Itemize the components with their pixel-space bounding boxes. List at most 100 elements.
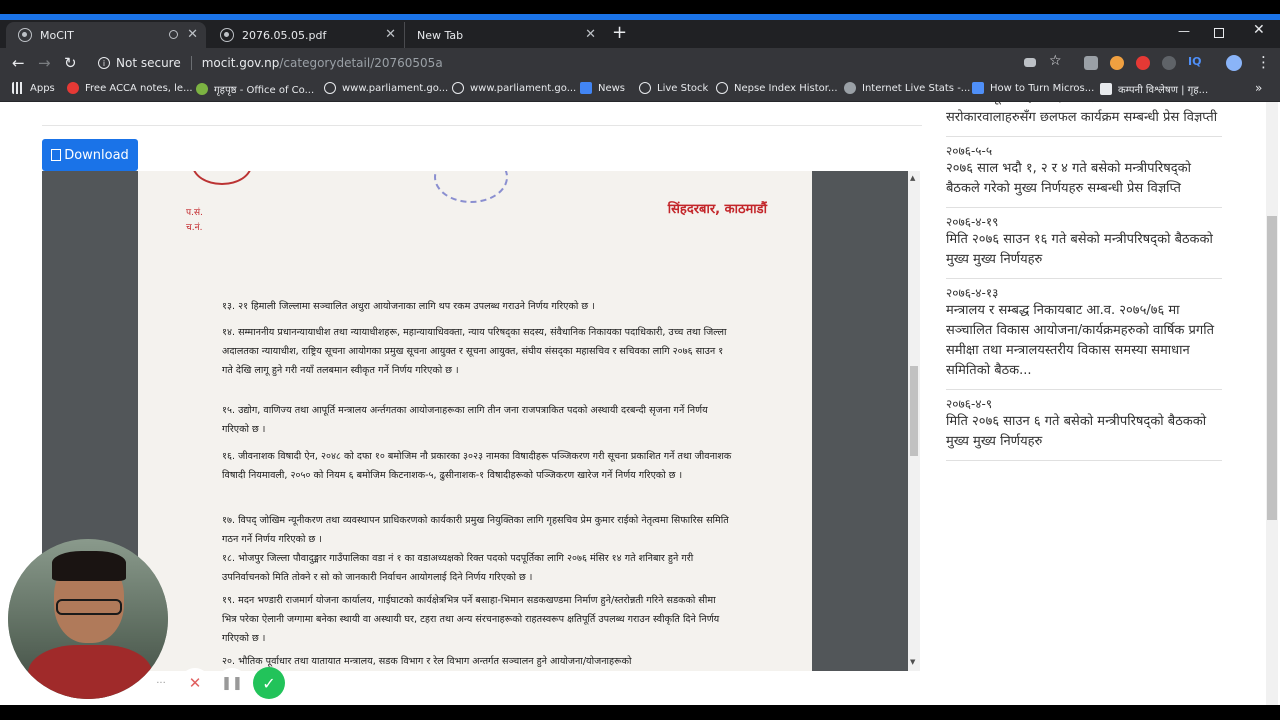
reload-icon[interactable]: ↻ (64, 54, 77, 72)
tab-label: MoCIT (40, 28, 74, 42)
recorder-finish-icon[interactable]: ✓ (253, 667, 285, 699)
news-title[interactable]: मिति २०७६ साउन ६ गते बसेको मन्त्रीपरिषद्… (946, 412, 1222, 452)
news-item[interactable]: २०७६-४-९ मिति २०७६ साउन ६ गते बसेको मन्त… (946, 390, 1222, 461)
address-bar[interactable]: i Not secure mocit.gov.np /categorydetai… (90, 51, 1100, 75)
pdf-paragraph: १८. भोजपुर जिल्ला पौवादुङ्मार गाउँपालिका… (222, 553, 694, 583)
bookmark-item[interactable]: Free ACCA notes, le... (67, 82, 193, 94)
extension-icon[interactable] (1110, 56, 1124, 70)
news-date: २०७६-४-१९ (946, 215, 999, 229)
extension-icon[interactable] (1084, 56, 1098, 70)
bookmark-label: How to Turn Micros... (990, 82, 1095, 94)
office-stamp (434, 171, 508, 203)
bookmark-label: News (598, 82, 626, 94)
bookmark-item[interactable]: गृहपृष्ठ - Office of Co... (196, 82, 314, 96)
recorder-more-icon[interactable]: ··· (152, 674, 170, 692)
bookmark-label: www.parliament.go... (470, 82, 577, 94)
pdf-ref-number: प.सं. (186, 208, 203, 218)
bookmark-label: गृहपृष्ठ - Office of Co... (214, 85, 315, 96)
scroll-up-icon[interactable]: ▲ (910, 174, 915, 182)
recorder-cancel-icon[interactable]: ✕ (180, 668, 210, 698)
close-tab-icon[interactable]: ✕ (187, 27, 198, 42)
pdf-scrollbar[interactable]: ▲ ▼ (908, 171, 920, 671)
pdf-paragraph: २०. भौतिक पूर्वाधार तथा यातायात मन्त्राल… (222, 656, 632, 667)
eyeglasses-icon (56, 599, 122, 615)
bookmark-item[interactable]: कम्पनी विश्लेषण | गृह... (1100, 82, 1208, 96)
tab-strip: MoCIT ✕ 2076.05.05.pdf ✕ New Tab ✕ (0, 20, 1280, 48)
download-button[interactable]: Download (42, 139, 138, 171)
iq-extension-icon[interactable]: IQ (1188, 55, 1202, 69)
pdf-page: सिंहदरबार, काठमाडौं प.सं. च.नं. १३. २१ ह… (138, 171, 812, 671)
news-date: २०७६-४-१३ (946, 286, 999, 300)
tab-new-tab[interactable]: New Tab ✕ (404, 22, 604, 48)
news-item[interactable]: नेपालको भू-उपग्रह नीति, २०७६ को मस्यौदा … (946, 102, 1222, 137)
media-playing-icon (169, 30, 178, 39)
pdf-paragraph: १६. जीवनाशक विषादी ऐन, २०४८ को दफा १० बम… (222, 451, 732, 481)
bookmark-label: Nepse Index Histor... (734, 82, 838, 94)
extension-icon[interactable] (1136, 56, 1150, 70)
info-icon (844, 82, 856, 94)
news-title[interactable]: मन्त्रालय र सम्बद्ध निकायबाट आ.व. २०७५/७… (946, 301, 1222, 381)
tab-label: New Tab (417, 28, 464, 42)
screen-top-strip (0, 0, 1280, 14)
url-path: /categorydetail/20760505a (279, 56, 443, 70)
tab-mocit[interactable]: MoCIT ✕ (6, 22, 206, 48)
menu-kebab-icon[interactable]: ⋮ (1256, 53, 1271, 71)
bookmark-label: Live Stock (657, 82, 709, 94)
globe-icon (716, 82, 728, 94)
news-title[interactable]: २०७६ साल भदौ १, २ र ४ गते बसेको मन्त्रीप… (946, 159, 1222, 199)
divider (42, 125, 922, 126)
camera-icon[interactable] (1024, 58, 1036, 67)
extension-icon[interactable] (1162, 56, 1176, 70)
pdf-paragraph: १४. सम्माननीय प्रधानन्यायाधीश तथा न्याया… (222, 327, 727, 376)
more-bookmarks-button[interactable]: » (1255, 81, 1262, 95)
webcam-overlay (8, 539, 168, 699)
close-tab-icon[interactable]: ✕ (385, 27, 396, 42)
close-window-icon[interactable]: ✕ (1253, 22, 1265, 38)
bookmark-item[interactable]: Nepse Index Histor... (716, 82, 838, 94)
bookmark-label: Apps (30, 82, 55, 94)
news-item[interactable]: २०७६-५-५ २०७६ साल भदौ १, २ र ४ गते बसेको… (946, 137, 1222, 208)
page-scrollbar[interactable] (1266, 102, 1278, 705)
bookmark-label: Internet Live Stats -... (862, 82, 971, 94)
globe-icon (18, 28, 32, 42)
page-scrollbar-thumb[interactable] (1267, 216, 1277, 520)
pdf-paragraph: १९. मदन भण्डारी राजमार्ग योजना कार्यालय,… (222, 595, 720, 644)
apps-grid-icon (12, 82, 24, 94)
pdf-scrollbar-thumb[interactable] (910, 366, 918, 456)
globe-icon (639, 82, 651, 94)
bookmark-apps[interactable]: Apps (12, 82, 55, 94)
recorder-pause-icon[interactable]: ❚❚ (217, 668, 247, 698)
info-icon[interactable]: i (98, 57, 110, 69)
news-title[interactable]: नेपालको भू-उपग्रह नीति, २०७६ को मस्यौदा … (946, 102, 1222, 128)
bookmark-label: www.parliament.go... (342, 82, 449, 94)
bookmark-item[interactable]: How to Turn Micros... (972, 82, 1094, 94)
scroll-down-icon[interactable]: ▼ (910, 658, 915, 666)
news-item[interactable]: २०७६-४-१३ मन्त्रालय र सम्बद्ध निकायबाट आ… (946, 279, 1222, 390)
browser-toolbar: ← → ↻ i Not secure mocit.gov.np /categor… (0, 48, 1280, 78)
tab-pdf[interactable]: 2076.05.05.pdf ✕ (208, 22, 404, 48)
tab-label: 2076.05.05.pdf (242, 28, 327, 42)
pdf-viewer[interactable]: सिंहदरबार, काठमाडौं प.सं. च.नं. १३. २१ ह… (42, 171, 920, 671)
new-tab-button[interactable]: + (612, 22, 627, 43)
bookmark-item[interactable]: Live Stock (639, 82, 708, 94)
back-arrow-icon[interactable]: ← (12, 54, 25, 72)
profile-avatar-icon[interactable] (1226, 55, 1242, 71)
bookmark-label: Free ACCA notes, le... (85, 82, 193, 94)
bookmark-item[interactable]: Internet Live Stats -... (844, 82, 970, 94)
news-title[interactable]: मिति २०७६ साउन १६ गते बसेको मन्त्रीपरिषद… (946, 230, 1222, 270)
globe-icon (324, 82, 336, 94)
minimize-icon[interactable]: — (1178, 24, 1190, 38)
bookmark-item[interactable]: www.parliament.go... (452, 82, 576, 94)
bookmark-item[interactable]: www.parliament.go... (324, 82, 448, 94)
bookmark-favicon-icon (1100, 83, 1112, 95)
news-item[interactable]: २०७६-४-१९ मिति २०७६ साउन १६ गते बसेको मन… (946, 208, 1222, 279)
forward-arrow-icon[interactable]: → (38, 54, 51, 72)
presenter-shirt (28, 645, 152, 699)
bookmarks-bar: Apps Free ACCA notes, le... गृहपृष्ठ - O… (0, 78, 1280, 102)
restore-icon[interactable] (1214, 28, 1224, 38)
bookmark-item[interactable]: News (580, 82, 625, 94)
star-icon[interactable]: ☆ (1049, 53, 1062, 69)
news-date: २०७६-४-९ (946, 397, 993, 411)
google-news-icon (580, 82, 592, 94)
close-tab-icon[interactable]: ✕ (585, 27, 596, 42)
